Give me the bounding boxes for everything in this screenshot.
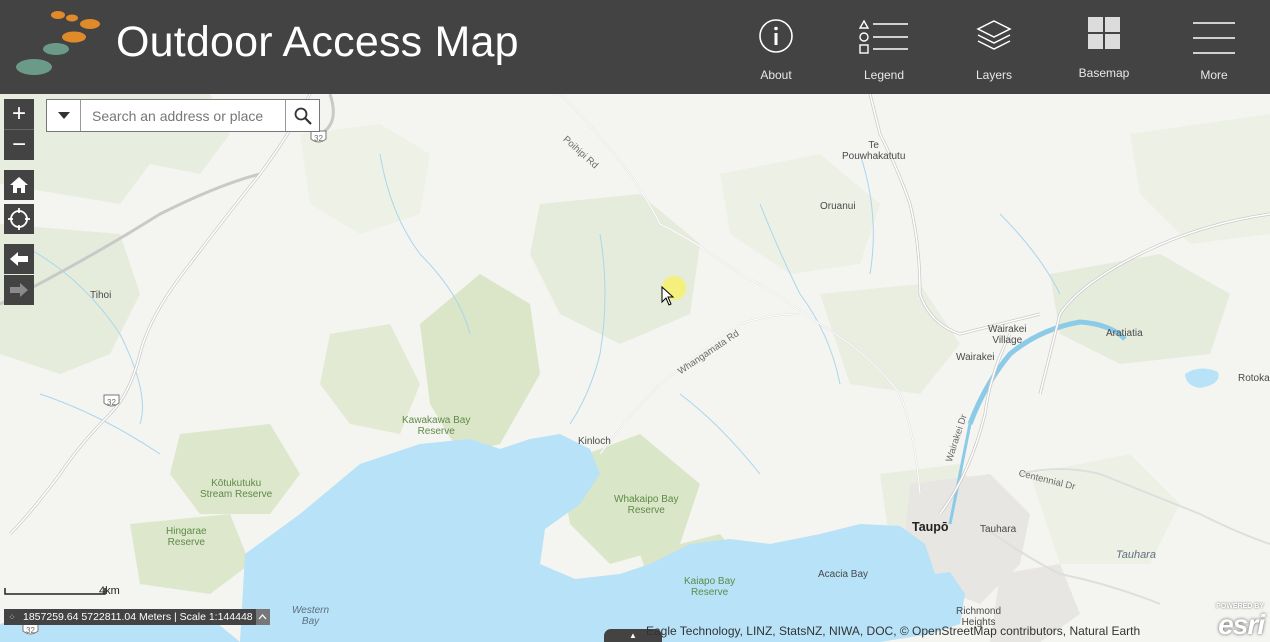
- legend-icon: [859, 19, 908, 54]
- esri-logo: POWERED BY esri: [1200, 603, 1268, 640]
- nav-layers-label: Layers: [975, 68, 1013, 82]
- arrow-right-icon: [10, 283, 28, 297]
- search-source-dropdown[interactable]: [47, 100, 81, 131]
- place-label-tihoi: Tihoi: [90, 290, 112, 301]
- nav-basemap-button[interactable]: Basemap: [1056, 0, 1152, 94]
- menu-icon: [1193, 22, 1235, 54]
- place-label-wairakei: Wairakei: [956, 352, 995, 363]
- nav-about-button[interactable]: About: [728, 0, 824, 94]
- map-attribution: Eagle Technology, LINZ, StatsNZ, NIWA, D…: [646, 624, 1141, 638]
- sh32-label-north: 32: [314, 134, 323, 143]
- place-label-wairakei-village: Wairakei Village: [988, 324, 1027, 346]
- basemap-icon: [1088, 17, 1120, 49]
- nav-layers-button[interactable]: Layers: [946, 0, 1042, 94]
- place-label-te-pouwhakatutu: Te Pouwhakatutu: [842, 140, 906, 162]
- home-icon: [10, 177, 28, 193]
- reserve-label-kaiapo-bay: Kaiapo Bay Reserve: [684, 576, 736, 598]
- coordinate-text: 1857259.64 5722811.04 Meters | Scale 1:1…: [23, 611, 253, 623]
- grid-icon[interactable]: ⁘: [4, 612, 20, 623]
- nav-legend-label: Legend: [863, 68, 905, 82]
- next-extent-button[interactable]: [4, 275, 34, 305]
- nav-more-label: More: [1200, 68, 1228, 82]
- nav-legend-button[interactable]: Legend: [836, 0, 932, 94]
- previous-extent-button[interactable]: [4, 244, 34, 274]
- place-label-tauhara: Tauhara: [980, 524, 1017, 535]
- reserve-label-hingarae: Hingarae Reserve: [166, 526, 207, 548]
- app-header: Outdoor Access Map About Legend Layers B…: [0, 0, 1270, 94]
- place-label-tauhara-water: Tauhara: [1116, 549, 1156, 561]
- locate-button[interactable]: [4, 204, 34, 234]
- home-button[interactable]: [4, 170, 34, 200]
- mouse-cursor-icon: [661, 286, 675, 306]
- esri-wordmark: esri: [1218, 609, 1265, 640]
- reserve-label-whakaipo-bay: Whakaipo Bay Reserve: [614, 494, 679, 516]
- nav-about-label: About: [760, 68, 792, 82]
- place-label-western-bay: Western Bay: [292, 605, 330, 627]
- place-label-aratiatia: Aratiatia: [1106, 328, 1143, 339]
- arrow-left-icon: [10, 252, 28, 266]
- place-label-kinloch: Kinloch: [578, 436, 611, 447]
- place-label-oruanui: Oruanui: [820, 201, 856, 212]
- search-icon: [294, 107, 312, 125]
- search-widget: [46, 99, 320, 132]
- zoom-in-button[interactable]: +: [4, 99, 34, 129]
- search-button[interactable]: [285, 100, 319, 131]
- locate-icon: [8, 208, 30, 230]
- coordinate-toggle-button[interactable]: [255, 609, 270, 625]
- app-title: Outdoor Access Map: [116, 18, 519, 66]
- app-logo: [16, 11, 100, 75]
- basemap-layer[interactable]: [0, 94, 1270, 642]
- nav-more-button[interactable]: More: [1166, 0, 1262, 94]
- info-icon: [759, 19, 793, 53]
- coordinate-readout: ⁘ 1857259.64 5722811.04 Meters | Scale 1…: [4, 609, 270, 625]
- place-label-rotoka: Rotoka: [1238, 373, 1270, 384]
- nav-basemap-label: Basemap: [1078, 66, 1130, 80]
- place-label-taupo: Taupō: [912, 520, 949, 534]
- zoom-out-button[interactable]: −: [4, 129, 34, 160]
- scale-bar: [4, 588, 106, 595]
- sh32-label-south: 32: [26, 626, 35, 635]
- chevron-up-icon: [258, 614, 267, 620]
- sh32-label-west: 32: [107, 398, 116, 407]
- caret-down-icon: [57, 111, 70, 119]
- scale-bar-label: 4km: [99, 585, 120, 597]
- reserve-label-kotukutuku: Kōtukutuku Stream Reserve: [200, 478, 273, 500]
- reserve-label-kawakawa-bay: Kawakawa Bay Reserve: [402, 415, 471, 437]
- place-label-acacia-bay: Acacia Bay: [818, 569, 869, 580]
- layers-icon: [976, 20, 1012, 50]
- map-view[interactable]: 32 32 32 Poihipi Rd Te Pouwhakatutu Orua…: [0, 94, 1270, 642]
- search-input[interactable]: [81, 100, 286, 131]
